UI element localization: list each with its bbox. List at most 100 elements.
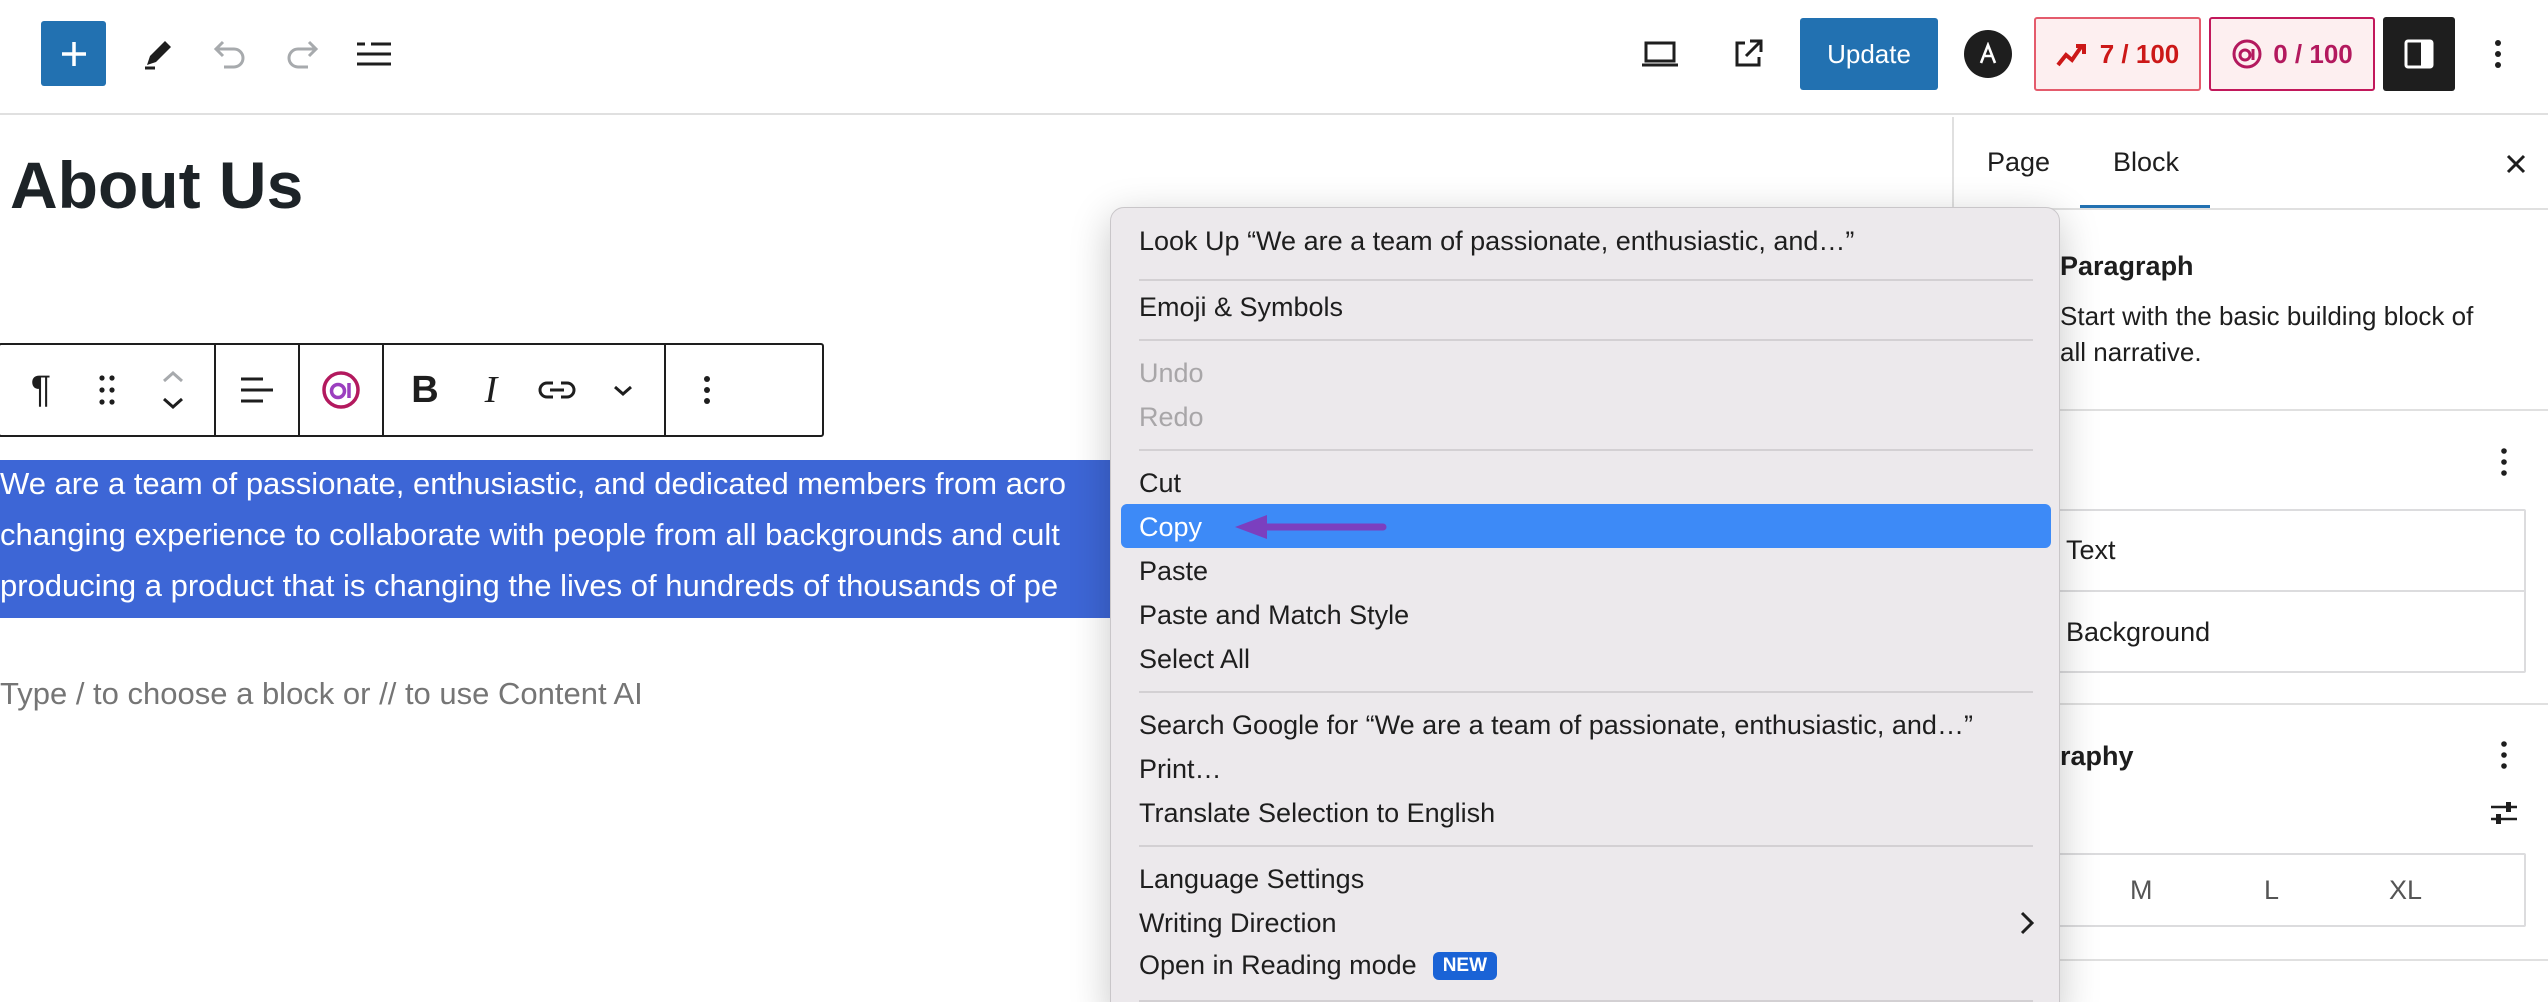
laptop-icon [1642,41,1678,67]
color-text-option[interactable]: Text [2066,535,2116,566]
menu-item-select-all[interactable]: Select All [1139,644,1250,675]
paragraph-line: changing experience to collaborate with … [0,517,1060,552]
external-link-icon [1735,39,1763,67]
chevron-up-icon[interactable] [161,371,185,383]
preview-device-button[interactable] [1630,24,1690,84]
undo-button[interactable] [200,24,260,84]
plus-icon [61,41,86,66]
annotation-arrow-icon [1235,515,1387,539]
seo-score-value: 7 / 100 [2099,38,2180,69]
block-options-button[interactable] [674,355,740,425]
menu-item-translate[interactable]: Translate Selection to English [1139,798,1495,829]
tools-button[interactable] [128,24,188,84]
block-toolbar-group-ai [300,345,384,435]
tab-page[interactable]: Page [1987,147,2050,178]
settings-sliders-icon [2491,802,2517,824]
pencil-icon [145,41,171,70]
new-badge: NEW [1432,952,1498,980]
bold-icon: B [411,368,439,411]
align-left-icon [241,377,273,403]
bold-button[interactable]: B [392,355,458,425]
block-card-description: Start with the basic building block of [2060,301,2474,331]
more-formatting-button[interactable] [590,355,656,425]
block-placeholder[interactable]: Type / to choose a block or // to use Co… [0,676,643,712]
divider [2006,590,2524,592]
context-menu: Look Up “We are a team of passionate, en… [1110,207,2060,1002]
selected-paragraph-block[interactable]: We are a team of passionate, enthusiasti… [0,460,1120,618]
menu-separator [1139,845,2033,847]
menu-item-paste[interactable]: Paste [1139,556,1208,587]
link-icon [538,381,576,399]
link-button[interactable] [524,355,590,425]
more-vertical-icon [2501,741,2507,769]
block-toolbar-group-options [666,345,748,435]
document-overview-button[interactable] [344,24,404,84]
paragraph-line: producing a product that is changing the… [0,568,1059,603]
menu-item-reading-mode[interactable]: Open in Reading mode NEW [1139,950,1498,981]
color-settings-box: Text Background [2004,509,2526,673]
update-button[interactable]: Update [1800,18,1938,90]
menu-item-search-google[interactable]: Search Google for “We are a team of pass… [1139,710,1973,741]
rank-math-seo-score-button[interactable]: 7 / 100 [2034,17,2201,91]
menu-item-print[interactable]: Print… [1139,754,1222,785]
paragraph-line: We are a team of passionate, enthusiasti… [0,466,1067,501]
more-vertical-icon [704,376,710,404]
italic-icon: I [484,369,498,411]
chevron-down-icon[interactable] [161,397,185,409]
more-vertical-icon [2494,40,2501,68]
font-size-xl[interactable]: XL [2389,875,2422,906]
view-page-button[interactable] [1718,24,1778,84]
drag-handle[interactable] [74,355,140,425]
sidebar-icon [2404,39,2434,69]
menu-item-language-settings[interactable]: Language Settings [1139,864,1364,895]
menu-separator [1139,279,2033,281]
redo-icon [287,40,319,69]
menu-item-undo[interactable]: Undo [1139,358,1204,389]
menu-separator [1139,449,2033,451]
editor-top-toolbar: Update 7 / 100 0 / 100 [0,0,2548,115]
redo-button[interactable] [272,24,332,84]
typography-options-button[interactable] [2484,735,2524,775]
drag-handle-icon [99,375,115,405]
block-toolbar-group-block: ¶ [0,345,216,435]
font-size-custom-button[interactable] [2484,793,2524,833]
add-block-button[interactable] [41,21,106,86]
menu-item-writing-direction[interactable]: Writing Direction [1139,908,1337,939]
block-card-description: all narrative. [2060,337,2202,367]
paragraph-icon: ¶ [30,368,52,411]
reading-mode-label: Open in Reading mode [1139,950,1417,980]
more-vertical-icon [2501,448,2507,476]
block-type-button[interactable]: ¶ [8,355,74,425]
italic-button[interactable]: I [458,355,524,425]
font-size-l[interactable]: L [2264,875,2279,906]
menu-item-look-up[interactable]: Look Up “We are a team of passionate, en… [1139,226,1854,257]
font-size-m[interactable]: M [2130,875,2153,906]
block-card-title: Paragraph [2060,251,2194,281]
rank-math-icon [2056,44,2086,67]
undo-icon [213,40,245,69]
move-block-controls[interactable] [140,355,206,425]
menu-separator [1139,691,2033,693]
astra-logo-icon [1979,42,1997,64]
block-toolbar-group-format: B I [384,345,666,435]
content-ai-icon [322,371,360,409]
close-sidebar-button[interactable] [2494,142,2538,186]
menu-separator [1139,339,2033,341]
astra-settings-button[interactable] [1964,30,2012,78]
menu-item-cut[interactable]: Cut [1139,468,1181,499]
menu-item-paste-match-style[interactable]: Paste and Match Style [1139,600,1409,631]
menu-item-emoji[interactable]: Emoji & Symbols [1139,292,1343,323]
align-text-button[interactable] [224,355,290,425]
color-background-option[interactable]: Background [2066,617,2210,648]
tab-block[interactable]: Block [2113,147,2179,178]
options-menu-button[interactable] [2470,24,2525,84]
settings-sidebar-toggle[interactable] [2383,17,2455,91]
block-toolbar: ¶ B I [0,343,824,437]
page-title[interactable]: About Us [10,152,303,218]
font-size-picker: S M L XL [2004,853,2526,927]
content-ai-button[interactable] [308,355,374,425]
menu-item-copy[interactable]: Copy [1139,512,1202,543]
menu-item-redo[interactable]: Redo [1139,402,1204,433]
content-ai-score-button[interactable]: 0 / 100 [2209,17,2375,91]
color-options-button[interactable] [2484,442,2524,482]
